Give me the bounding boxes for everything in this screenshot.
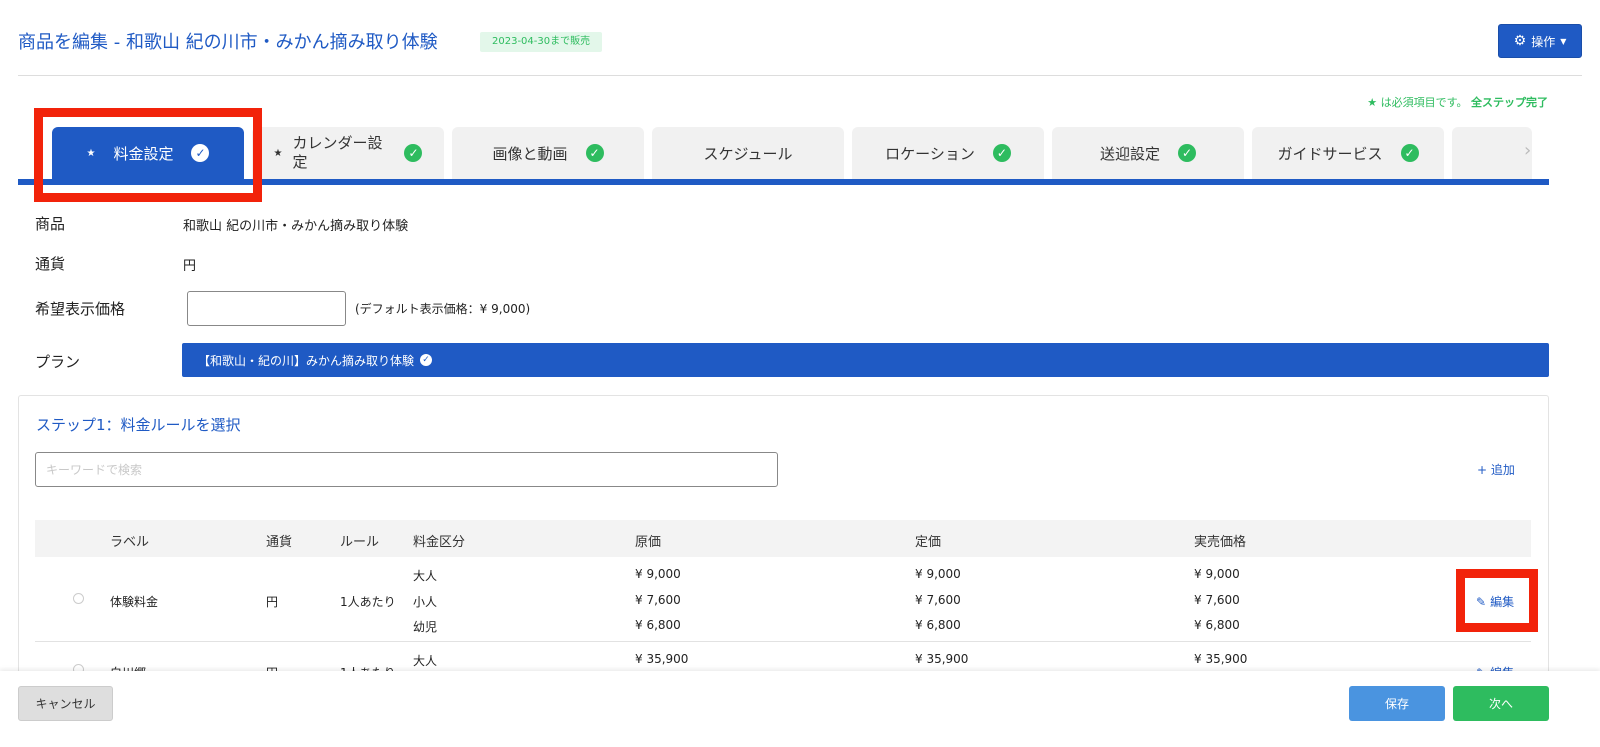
keyword-search-input[interactable]: [35, 452, 778, 487]
product-label: 商品: [35, 215, 66, 233]
column-header-currency: 通貨: [266, 535, 293, 550]
row-category: 小人: [413, 595, 438, 609]
product-value: 和歌山 紀の川市・みかん摘み取り体験: [183, 219, 409, 234]
plan-selector[interactable]: 【和歌山・紀の川】みかん摘み取り体験 ✓: [182, 343, 1549, 377]
check-circle-icon: ✓: [585, 144, 604, 162]
tab-label-line1: カレンダー設: [292, 133, 383, 152]
column-header-category: 料金区分: [413, 535, 466, 550]
tab-guide-service[interactable]: ガイドサービス ✓: [1252, 127, 1444, 179]
row-cost: ¥ 7,600: [635, 593, 681, 607]
tab-label: カレンダー設 定: [292, 134, 382, 173]
operations-label: 操作: [1531, 34, 1556, 49]
check-circle-icon: ✓: [1400, 144, 1419, 162]
row-sale-price: ¥ 35,900: [1194, 652, 1248, 666]
check-circle-icon: ✓: [420, 354, 433, 366]
row-cost: ¥ 6,800: [635, 618, 681, 632]
currency-label: 通貨: [35, 255, 66, 273]
display-price-label: 希望表示価格: [35, 300, 126, 318]
save-button[interactable]: 保存: [1349, 686, 1445, 721]
plan-label: プラン: [35, 353, 81, 371]
row-select-radio[interactable]: [73, 593, 84, 604]
row-divider: [35, 641, 1531, 642]
tab-label-line2: 定: [292, 153, 308, 171]
check-circle-icon: ✓: [1178, 144, 1196, 162]
page-header: 商品を編集 - 和歌山 紀の川市・みかん摘み取り体験 2023-04-30まで販…: [18, 24, 1582, 76]
row-cost: ¥ 9,000: [635, 567, 681, 581]
row-list-price: ¥ 6,800: [915, 618, 961, 632]
display-price-input[interactable]: [187, 291, 346, 326]
row-sale-price: ¥ 7,600: [1194, 593, 1240, 607]
row-currency: 円: [266, 595, 279, 609]
page-title: 商品を編集 - 和歌山 紀の川市・みかん摘み取り体験: [18, 32, 438, 53]
row-category: 幼児: [413, 620, 438, 634]
row-rule: 1人あたり: [340, 595, 396, 609]
step-title: ステップ1：料金ルールを選択: [36, 416, 241, 434]
column-header-sale-price: 実売価格: [1194, 535, 1247, 550]
column-header-label: ラベル: [110, 535, 150, 550]
currency-value: 円: [183, 259, 197, 274]
tab-location[interactable]: ロケーション ✓: [852, 127, 1044, 179]
caret-down-icon: ▼: [1560, 36, 1567, 46]
column-header-list-price: 定価: [915, 535, 942, 550]
row-cost: ¥ 35,900: [635, 652, 689, 666]
sale-period-badge: 2023-04-30まで販売: [480, 32, 603, 52]
table-header: [35, 520, 1531, 557]
operations-dropdown-button[interactable]: ⚙ 操作 ▼: [1498, 24, 1582, 58]
row-category: 大人: [413, 654, 438, 668]
required-note: ★ は必須項目です。 全ステップ完了: [1367, 94, 1548, 110]
tab-label: 画像と動画: [492, 144, 568, 163]
check-circle-icon: ✓: [992, 144, 1011, 162]
annotation-highlight-box: [1456, 569, 1538, 632]
column-header-cost: 原価: [635, 535, 662, 550]
tab-schedule[interactable]: スケジュール: [652, 127, 844, 179]
cancel-button[interactable]: キャンセル: [18, 686, 113, 721]
row-list-price: ¥ 7,600: [915, 593, 961, 607]
row-list-price: ¥ 35,900: [915, 652, 969, 666]
required-star-icon: ★: [273, 147, 283, 159]
column-header-rule: ルール: [340, 535, 380, 550]
tab-more[interactable]: [1452, 127, 1532, 179]
tab-pickup[interactable]: 送迎設定 ✓: [1052, 127, 1244, 179]
check-circle-icon: ✓: [404, 144, 423, 162]
row-label: 体験料金: [110, 595, 159, 609]
tab-label: 送迎設定: [1099, 144, 1160, 163]
annotation-highlight-box: [34, 108, 262, 202]
plan-value: 【和歌山・紀の川】みかん摘み取り体験: [198, 353, 415, 368]
all-steps-complete-link[interactable]: 全ステップ完了: [1471, 96, 1548, 109]
chevron-right-icon[interactable]: ›: [1524, 140, 1531, 161]
tab-images-videos[interactable]: 画像と動画 ✓: [452, 127, 644, 179]
tab-label: スケジュール: [703, 144, 793, 163]
add-rule-link[interactable]: + 追加: [1477, 461, 1515, 478]
row-list-price: ¥ 9,000: [915, 567, 961, 581]
required-note-text: ★ は必須項目です。: [1367, 96, 1468, 109]
tab-label: ロケーション: [885, 144, 975, 163]
next-button[interactable]: 次へ: [1453, 686, 1549, 721]
row-category: 大人: [413, 569, 438, 583]
display-price-hint: (デフォルト表示価格：¥ 9,000): [355, 302, 531, 316]
gear-icon: ⚙: [1513, 33, 1527, 49]
step-tabs: ★ 料金設定 ✓ ★ カレンダー設 定 ✓ 画像と動画 ✓ スケジュール ロケー…: [52, 127, 1532, 179]
row-sale-price: ¥ 6,800: [1194, 618, 1240, 632]
row-sale-price: ¥ 9,000: [1194, 567, 1240, 581]
tab-calendar[interactable]: ★ カレンダー設 定 ✓: [252, 127, 444, 179]
tab-label: ガイドサービス: [1277, 144, 1383, 163]
